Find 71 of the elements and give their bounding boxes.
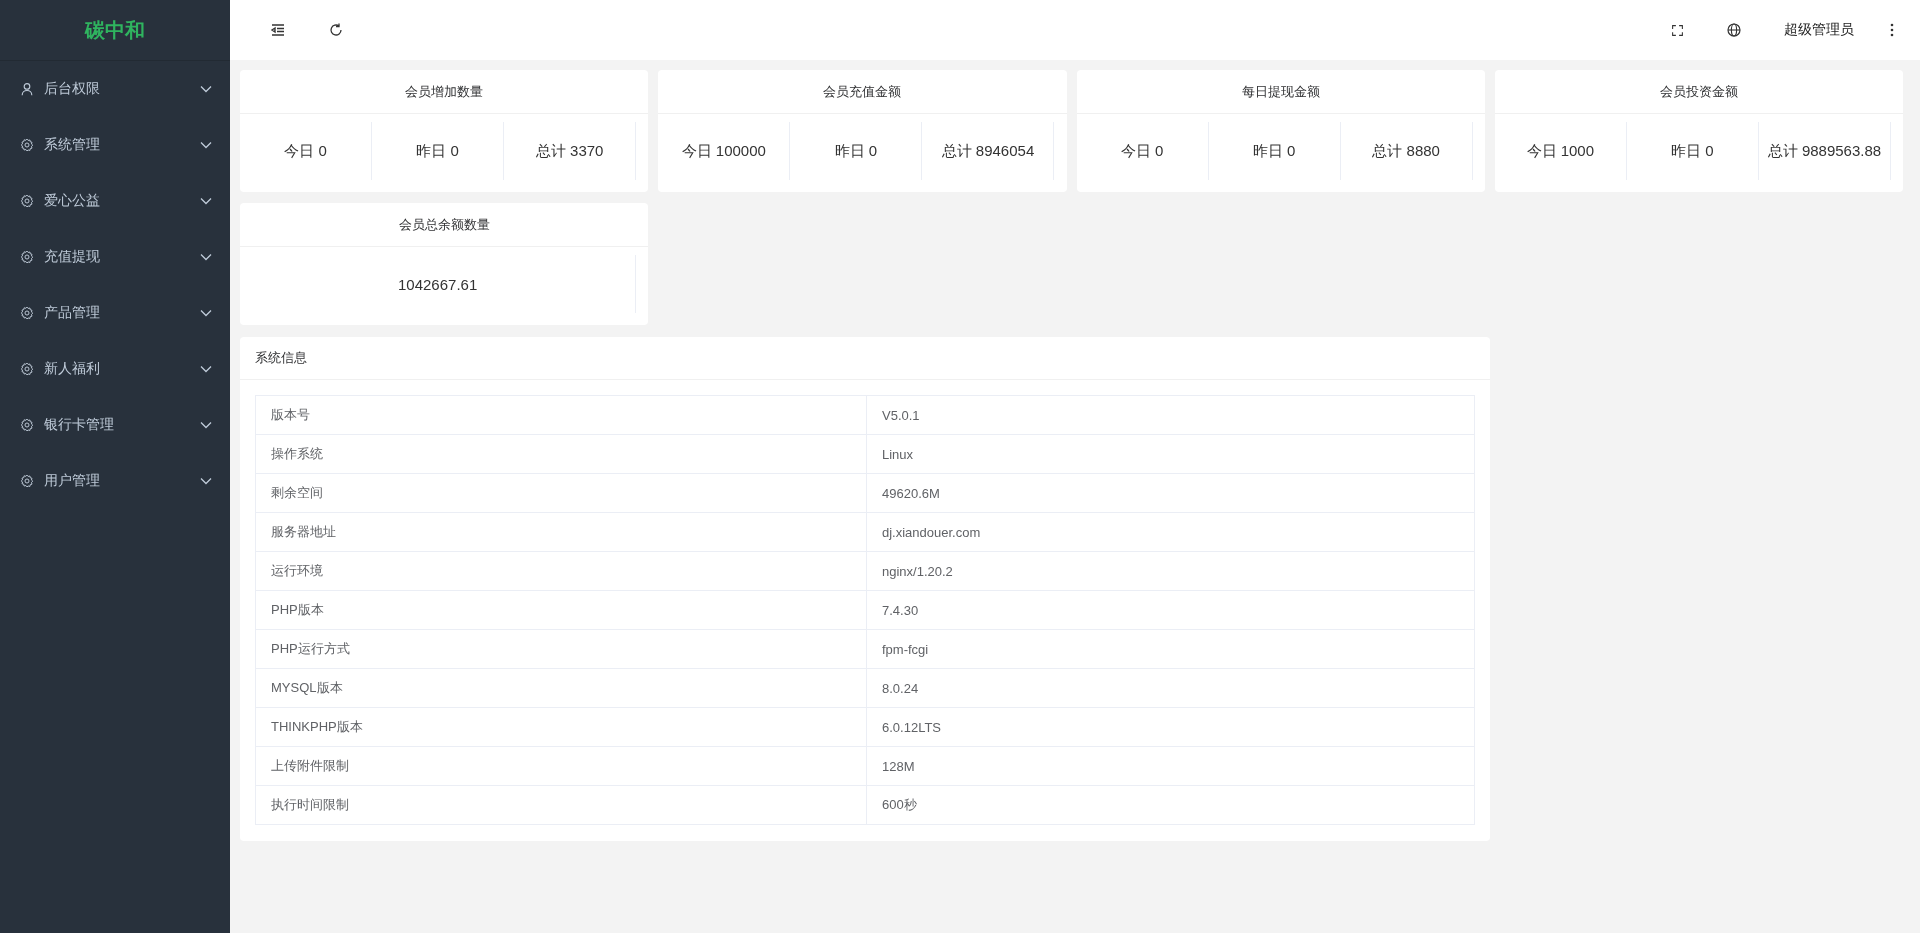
table-cell: 运行环境 bbox=[255, 551, 867, 591]
table-cell: nginx/1.20.2 bbox=[866, 551, 1475, 591]
table-cell: dj.xiandouer.com bbox=[866, 512, 1475, 552]
stat-value: 昨日 0 bbox=[790, 122, 923, 180]
stat-value: 昨日 0 bbox=[1208, 122, 1341, 180]
globe-icon[interactable] bbox=[1726, 22, 1742, 38]
table-cell: 49620.6M bbox=[866, 473, 1475, 513]
more-icon[interactable] bbox=[1890, 22, 1894, 38]
stat-value: 昨日 0 bbox=[372, 122, 505, 180]
user-name[interactable]: 超级管理员 bbox=[1784, 21, 1854, 39]
menu-fold-icon[interactable] bbox=[270, 22, 286, 38]
card-title: 会员投资金额 bbox=[1494, 70, 1903, 114]
table-cell: 8.0.24 bbox=[866, 668, 1475, 708]
table-cell: 版本号 bbox=[255, 395, 867, 435]
gear-icon bbox=[20, 250, 34, 264]
stat-value: 总计 9889563.88 bbox=[1758, 122, 1891, 180]
refresh-icon[interactable] bbox=[328, 22, 344, 38]
sidebar-item[interactable]: 用户管理 bbox=[0, 453, 230, 509]
chevron-down-icon bbox=[200, 477, 212, 485]
chevron-down-icon bbox=[200, 85, 212, 93]
gear-icon bbox=[20, 138, 34, 152]
sidebar-item[interactable]: 充值提现 bbox=[0, 229, 230, 285]
sidebar-item[interactable]: 后台权限 bbox=[0, 61, 230, 117]
stat-value: 今日 0 bbox=[1076, 122, 1209, 180]
chevron-down-icon bbox=[200, 365, 212, 373]
table-cell: 7.4.30 bbox=[866, 590, 1475, 630]
card-title: 会员充值金额 bbox=[658, 70, 1067, 114]
table-cell: THINKPHP版本 bbox=[255, 707, 867, 747]
chevron-down-icon bbox=[200, 421, 212, 429]
gear-icon bbox=[20, 194, 34, 208]
card-title: 会员增加数量 bbox=[240, 70, 649, 114]
gear-icon bbox=[20, 418, 34, 432]
fullscreen-icon[interactable] bbox=[1671, 23, 1684, 37]
panel-title: 系统信息 bbox=[240, 337, 1490, 380]
stat-value: 总计 8880 bbox=[1340, 122, 1473, 180]
table-cell: PHP运行方式 bbox=[255, 629, 867, 669]
chevron-down-icon bbox=[200, 197, 212, 205]
gear-icon bbox=[20, 306, 34, 320]
sidebar-item[interactable]: 银行卡管理 bbox=[0, 397, 230, 453]
table-cell: 操作系统 bbox=[255, 434, 867, 474]
stat-value: 昨日 0 bbox=[1626, 122, 1759, 180]
table-cell: 600秒 bbox=[866, 785, 1475, 825]
table-cell: Linux bbox=[866, 434, 1475, 474]
sidebar-item[interactable]: 爱心公益 bbox=[0, 173, 230, 229]
table-cell: 上传附件限制 bbox=[255, 746, 867, 786]
gear-icon bbox=[20, 362, 34, 376]
sidebar-item[interactable]: 新人福利 bbox=[0, 341, 230, 397]
stat-value: 今日 0 bbox=[240, 122, 373, 180]
sidebar-item[interactable]: 系统管理 bbox=[0, 117, 230, 173]
table-cell: MYSQL版本 bbox=[255, 668, 867, 708]
table-cell: 服务器地址 bbox=[255, 512, 867, 552]
gear-icon bbox=[20, 474, 34, 488]
stat-value: 1042667.61 bbox=[240, 255, 637, 313]
stat-value: 总计 8946054 bbox=[922, 122, 1055, 180]
table-cell: 剩余空间 bbox=[255, 473, 867, 513]
table-cell: V5.0.1 bbox=[866, 395, 1475, 435]
stat-value: 今日 1000 bbox=[1494, 122, 1627, 180]
sidebar-item[interactable]: 产品管理 bbox=[0, 285, 230, 341]
table-cell: 128M bbox=[866, 746, 1475, 786]
chevron-down-icon bbox=[200, 309, 212, 317]
chevron-down-icon bbox=[200, 253, 212, 261]
stat-value: 今日 100000 bbox=[658, 122, 791, 180]
stat-value: 总计 3370 bbox=[504, 122, 637, 180]
user-icon bbox=[20, 82, 34, 96]
chevron-down-icon bbox=[200, 141, 212, 149]
table-cell: PHP版本 bbox=[255, 590, 867, 630]
table-cell: 6.0.12LTS bbox=[866, 707, 1475, 747]
table-cell: 执行时间限制 bbox=[255, 785, 867, 825]
card-title: 会员总余额数量 bbox=[240, 203, 649, 247]
table-cell: fpm-fcgi bbox=[866, 629, 1475, 669]
card-title: 每日提现金额 bbox=[1076, 70, 1485, 114]
